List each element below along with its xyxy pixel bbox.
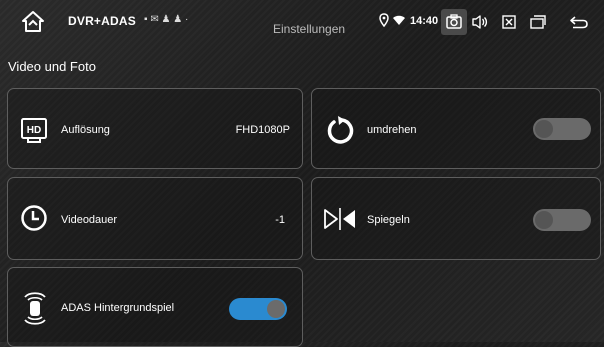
resolution-setting[interactable]: HD Auflösung FHD1080P	[7, 88, 303, 169]
volume-button[interactable]	[467, 9, 493, 35]
duration-label: Videodauer	[61, 214, 118, 226]
toggle-knob	[535, 120, 553, 138]
back-arrow-icon	[570, 16, 588, 29]
app-title: DVR+ADAS	[68, 14, 136, 28]
back-button[interactable]	[566, 9, 592, 35]
svg-text:HD: HD	[27, 125, 41, 136]
camera-icon	[446, 14, 462, 29]
adas-setting[interactable]: ADAS Hintergrundspiel	[7, 267, 303, 347]
toggle-knob	[267, 300, 285, 318]
status-bar: DVR+ADAS ▪ ✉ ♟ ♟ · Einstellungen 14:40	[0, 0, 604, 44]
adas-car-icon	[21, 289, 49, 332]
duration-value: -1	[275, 214, 285, 226]
adas-label: ADAS Hintergrundspiel	[61, 302, 175, 314]
mirror-setting[interactable]: Spiegeln	[311, 177, 601, 260]
camera-button[interactable]	[441, 9, 467, 35]
mirror-toggle[interactable]	[533, 209, 591, 231]
location-icon	[379, 13, 389, 32]
mirror-label: Spiegeln	[367, 214, 410, 226]
close-app-button[interactable]	[496, 9, 522, 35]
recent-apps-button[interactable]	[525, 9, 551, 35]
resolution-value: FHD1080P	[235, 124, 290, 136]
close-box-icon	[502, 15, 516, 29]
clock-time: 14:40	[410, 15, 439, 27]
mirror-icon	[323, 207, 357, 236]
resolution-label: Auflösung	[61, 124, 110, 136]
home-icon[interactable]	[20, 9, 46, 35]
rotate-setting[interactable]: umdrehen	[311, 88, 601, 169]
section-title: Video und Foto	[8, 59, 96, 74]
rotate-icon	[325, 115, 355, 150]
wifi-icon	[392, 13, 406, 32]
hd-icon: HD	[20, 116, 48, 149]
page-title: Einstellungen	[273, 22, 346, 36]
rotate-toggle[interactable]	[533, 118, 591, 140]
adas-toggle[interactable]	[229, 298, 287, 320]
notification-icons: ▪ ✉ ♟ ♟ ·	[144, 14, 189, 25]
toggle-knob	[535, 211, 553, 229]
clock-icon	[20, 204, 48, 237]
rotate-label: umdrehen	[367, 124, 417, 136]
speaker-icon	[472, 15, 488, 29]
duration-setting[interactable]: Videodauer -1	[7, 177, 303, 260]
windows-icon	[530, 15, 546, 29]
